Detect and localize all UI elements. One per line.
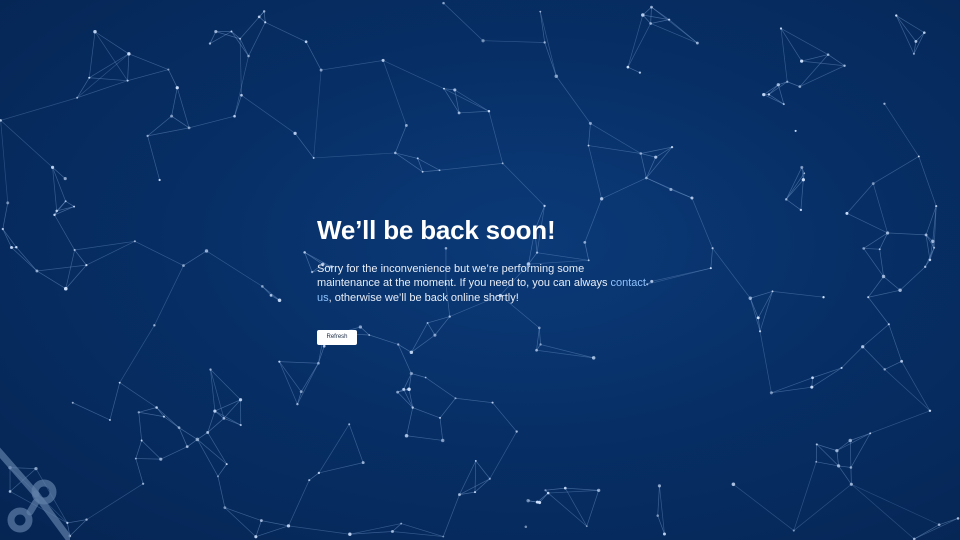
- message-text-end: , otherwise we’ll be back online shortly…: [328, 291, 519, 304]
- maintenance-message: Sorry for the inconvenience but we’re pe…: [317, 262, 647, 305]
- connector-logo-icon: [0, 447, 70, 540]
- message-text-start: Sorry for the inconvenience but we’re pe…: [317, 263, 611, 290]
- maintenance-panel: We’ll be back soon! Sorry for the inconv…: [317, 214, 647, 346]
- page-title: We’ll be back soon!: [317, 215, 556, 245]
- refresh-button[interactable]: Refresh: [317, 330, 357, 346]
